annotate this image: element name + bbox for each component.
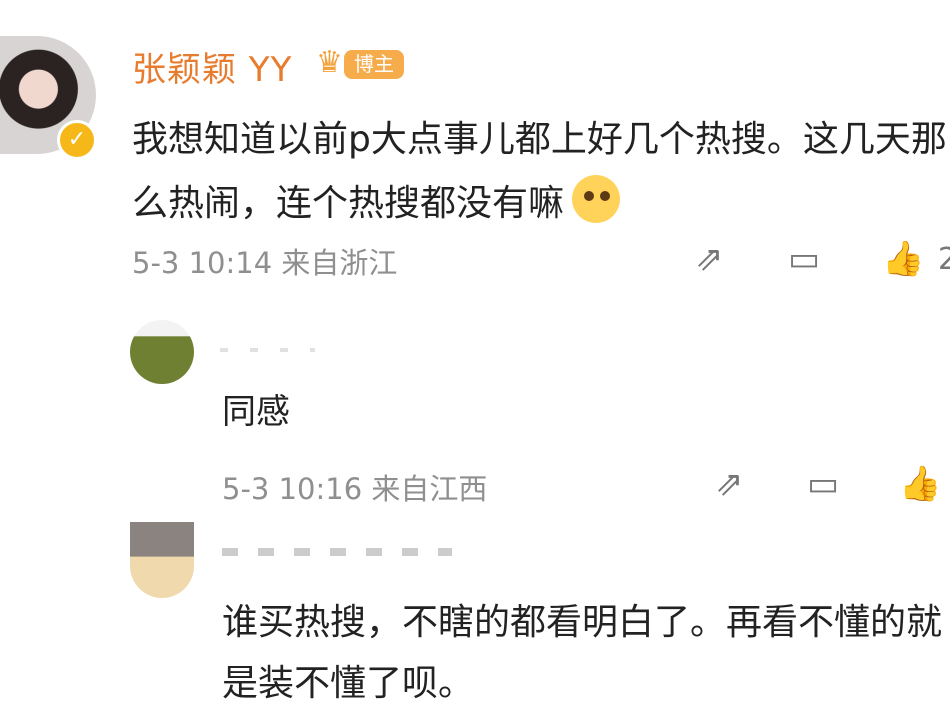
post-content: 我想知道以前p大点事儿都上好几个热搜。这几天那么热闹，连个热搜都没有嘛 <box>132 119 947 224</box>
avatar[interactable] <box>130 320 194 384</box>
reply-text: 同感 <box>222 392 290 432</box>
user-name[interactable]: 张颖颖 YY <box>132 42 292 91</box>
post-meta: 5-3 10:14 来自浙江 <box>132 246 398 280</box>
blurred-username <box>222 548 452 556</box>
post-text: 我想知道以前p大点事儿都上好几个热搜。这几天那么热闹，连个热搜都没有嘛 <box>132 108 950 236</box>
emoji-icon <box>572 175 621 223</box>
avatar[interactable] <box>130 522 194 598</box>
comment-icon[interactable]: ▭ <box>788 239 820 279</box>
comment-icon[interactable]: ▭ <box>807 464 839 504</box>
reply-meta: 5-3 10:16 来自江西 <box>222 472 488 506</box>
like-count: 2 <box>938 242 950 277</box>
verified-icon: ✓ <box>57 120 97 160</box>
share-icon[interactable]: ⇗ <box>715 464 744 504</box>
like-icon[interactable]: 👍 <box>882 239 924 279</box>
share-icon[interactable]: ⇗ <box>695 239 724 279</box>
like-icon[interactable]: 👍 <box>899 464 941 504</box>
blurred-username <box>220 348 315 352</box>
reply-text: 谁买热搜，不瞎的都看明白了。再看不懂的就是装不懂了呗。 <box>222 602 943 704</box>
blogger-badge: 博主 <box>344 50 404 79</box>
